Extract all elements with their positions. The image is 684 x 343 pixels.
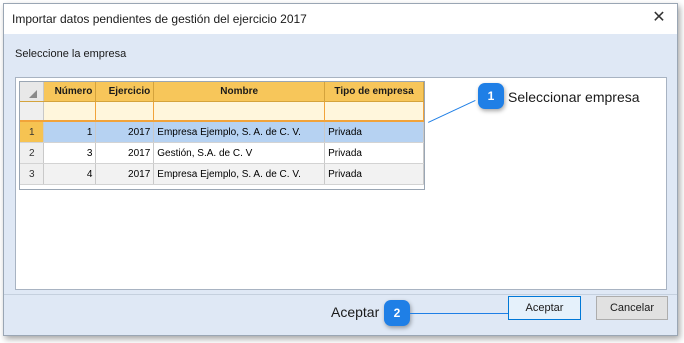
filter-cell-nombre[interactable] bbox=[153, 101, 326, 122]
callout-2-label: Aceptar bbox=[331, 304, 380, 320]
select-all-icon bbox=[29, 89, 37, 98]
filter-row bbox=[20, 101, 424, 122]
table-row[interactable]: 3 4 2017 Empresa Ejemplo, S. A. de C. V.… bbox=[20, 163, 424, 185]
cell-numero[interactable]: 3 bbox=[43, 142, 97, 164]
cell-nombre[interactable]: Gestión, S.A. de C. V bbox=[153, 142, 326, 164]
import-dialog: Importar datos pendientes de gestión del… bbox=[3, 3, 678, 336]
accept-button[interactable]: Aceptar bbox=[508, 296, 581, 320]
window-title: Importar datos pendientes de gestión del… bbox=[12, 12, 307, 26]
close-icon[interactable]: ✕ bbox=[651, 10, 667, 26]
cell-tipo[interactable]: Privada bbox=[324, 121, 424, 143]
filter-cell-tipo[interactable] bbox=[324, 101, 424, 122]
row-number[interactable]: 2 bbox=[20, 142, 45, 164]
filter-cell-numero[interactable] bbox=[43, 101, 97, 122]
row-number[interactable]: 3 bbox=[20, 163, 45, 185]
cancel-button[interactable]: Cancelar bbox=[596, 296, 668, 320]
column-header-nombre[interactable]: Nombre bbox=[153, 82, 326, 102]
title-bar: Importar datos pendientes de gestión del… bbox=[4, 4, 677, 34]
filter-row-header bbox=[20, 101, 45, 122]
callout-2-connector bbox=[410, 313, 508, 314]
cell-nombre[interactable]: Empresa Ejemplo, S. A. de C. V. bbox=[153, 121, 326, 143]
filter-cell-ejercicio[interactable] bbox=[95, 101, 155, 122]
grid-header-row: Número Ejercicio Nombre Tipo de empresa bbox=[20, 82, 424, 102]
cell-tipo[interactable]: Privada bbox=[324, 163, 424, 185]
table-row[interactable]: 2 3 2017 Gestión, S.A. de C. V Privada bbox=[20, 142, 424, 164]
cell-numero[interactable]: 4 bbox=[43, 163, 97, 185]
callout-1-label: Seleccionar empresa bbox=[508, 89, 640, 105]
table-row[interactable]: 1 1 2017 Empresa Ejemplo, S. A. de C. V.… bbox=[20, 121, 424, 143]
dialog-body: Seleccione la empresa Número Ejercicio N… bbox=[4, 34, 677, 335]
cell-ejercicio[interactable]: 2017 bbox=[95, 142, 155, 164]
row-number[interactable]: 1 bbox=[20, 121, 45, 143]
cell-tipo[interactable]: Privada bbox=[324, 142, 424, 164]
callout-2-badge: 2 bbox=[384, 300, 410, 326]
grid-corner[interactable] bbox=[20, 82, 45, 102]
footer-separator bbox=[4, 294, 677, 295]
grid-panel: Número Ejercicio Nombre Tipo de empresa … bbox=[15, 77, 667, 290]
callout-1-badge: 1 bbox=[478, 83, 504, 109]
column-header-tipo[interactable]: Tipo de empresa bbox=[324, 82, 424, 102]
cell-ejercicio[interactable]: 2017 bbox=[95, 121, 155, 143]
company-grid[interactable]: Número Ejercicio Nombre Tipo de empresa … bbox=[19, 81, 425, 190]
instruction-label: Seleccione la empresa bbox=[15, 48, 127, 60]
column-header-ejercicio[interactable]: Ejercicio bbox=[95, 82, 155, 102]
cell-ejercicio[interactable]: 2017 bbox=[95, 163, 155, 185]
cell-numero[interactable]: 1 bbox=[43, 121, 97, 143]
cell-nombre[interactable]: Empresa Ejemplo, S. A. de C. V. bbox=[153, 163, 326, 185]
column-header-numero[interactable]: Número bbox=[43, 82, 97, 102]
